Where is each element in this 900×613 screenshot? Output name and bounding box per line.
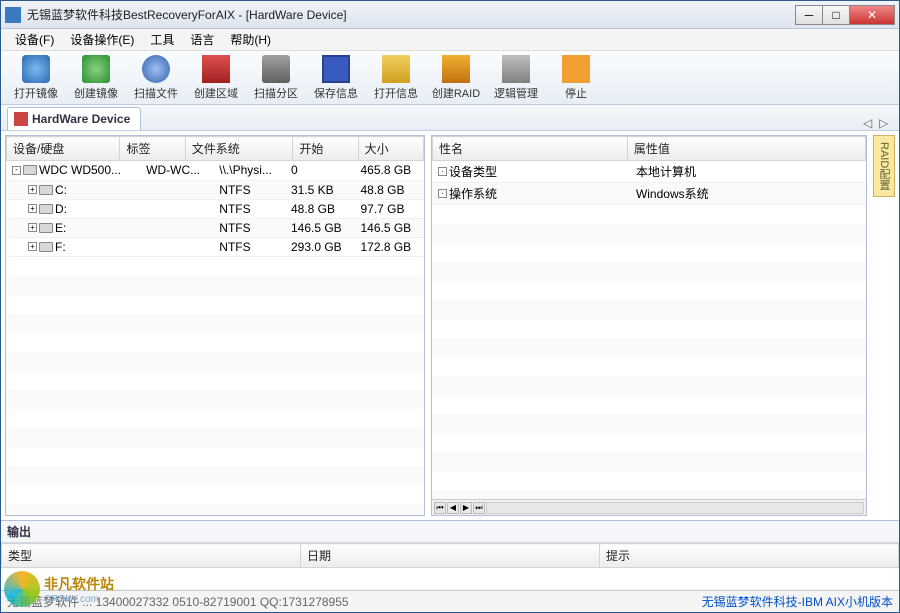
scan-files-button[interactable]: 扫描文件 xyxy=(127,53,185,103)
column-header[interactable]: 提示 xyxy=(600,544,899,568)
stop-button-icon xyxy=(562,55,590,83)
menu-语言[interactable]: 语言 xyxy=(182,29,222,50)
device-tree-pane: 设备/硬盘标签文件系统开始大小 -WDC WD500...WD-WC...\\.… xyxy=(5,135,425,516)
raid-config-tab[interactable]: RAID配置 xyxy=(873,135,895,197)
tree-toggle-icon[interactable]: - xyxy=(12,166,21,175)
window-title: 无锡蓝梦软件科技BestRecoveryForAIX - [HardWare D… xyxy=(27,6,796,23)
device-row[interactable]: +E:NTFS146.5 GB146.5 GB xyxy=(6,218,424,237)
column-header[interactable]: 大小 xyxy=(358,137,423,161)
create-raid-button[interactable]: 创建RAID xyxy=(427,53,485,103)
column-header[interactable]: 类型 xyxy=(2,544,301,568)
maximize-button[interactable]: □ xyxy=(822,5,850,25)
drive-icon xyxy=(39,223,53,233)
menu-工具[interactable]: 工具 xyxy=(142,29,182,50)
device-row[interactable]: +C:NTFS31.5 KB48.8 GB xyxy=(6,180,424,199)
empty-area xyxy=(6,257,424,516)
menu-帮助(H)[interactable]: 帮助(H) xyxy=(222,29,279,50)
status-text: 无锡蓝梦软件 ... 13400027332 0510-82719001 QQ:… xyxy=(7,593,349,610)
drive-icon xyxy=(39,185,53,195)
menu-设备操作(E)[interactable]: 设备操作(E) xyxy=(62,29,142,50)
tab-scroll-left-icon[interactable]: ◁ xyxy=(863,116,877,130)
save-info-button[interactable]: 保存信息 xyxy=(307,53,365,103)
status-link[interactable]: 无锡蓝梦软件科技-IBM AIX小机版本 xyxy=(702,593,893,610)
side-dock: RAID配置 xyxy=(873,135,895,516)
statusbar: 无锡蓝梦软件 ... 13400027332 0510-82719001 QQ:… xyxy=(1,590,899,612)
scroll-track[interactable] xyxy=(486,502,864,514)
device-row[interactable]: +F:NTFS293.0 GB172.8 GB xyxy=(6,237,424,256)
create-image-button-icon xyxy=(82,55,110,83)
menu-设备(F)[interactable]: 设备(F) xyxy=(7,29,62,50)
properties-grid[interactable]: 性名属性值 xyxy=(432,136,866,161)
tabstrip: HardWare Device ◁ ▷ xyxy=(1,105,899,131)
scroll-first-icon[interactable]: ⏮ xyxy=(434,502,446,514)
scan-partition-button-icon xyxy=(262,55,290,83)
device-row[interactable]: -WDC WD500...WD-WC...\\.\Physi...0465.8 … xyxy=(6,161,424,180)
output-grid[interactable]: 类型日期提示 xyxy=(1,543,899,590)
drive-icon xyxy=(39,204,53,214)
logic-mgmt-button[interactable]: 逻辑管理 xyxy=(487,53,545,103)
device-grid[interactable]: 设备/硬盘标签文件系统开始大小 xyxy=(6,136,424,161)
app-icon xyxy=(5,7,21,23)
scan-partition-button[interactable]: 扫描分区 xyxy=(247,53,305,103)
properties-pane: 性名属性值 ·设备类型本地计算机·操作系统Windows系统 ⏮ ◀ ▶ ⏭ xyxy=(431,135,867,516)
property-row[interactable]: ·操作系统Windows系统 xyxy=(432,183,866,205)
app-window: 无锡蓝梦软件科技BestRecoveryForAIX - [HardWare D… xyxy=(0,0,900,613)
output-panel: 输出 类型日期提示 xyxy=(1,520,899,590)
empty-area xyxy=(432,205,866,499)
create-region-button-icon xyxy=(202,55,230,83)
window-controls: ─ □ ✕ xyxy=(796,5,895,25)
tree-toggle-icon[interactable]: + xyxy=(28,242,37,251)
output-title: 输出 xyxy=(1,521,899,543)
column-header[interactable]: 性名 xyxy=(433,137,628,161)
logic-mgmt-button-icon xyxy=(502,55,530,83)
tree-toggle-icon[interactable]: · xyxy=(438,167,447,176)
menubar: 设备(F)设备操作(E)工具语言帮助(H) xyxy=(1,29,899,51)
save-info-button-icon xyxy=(322,55,350,83)
create-image-button[interactable]: 创建镜像 xyxy=(67,53,125,103)
open-image-button[interactable]: 打开镜像 xyxy=(7,53,65,103)
create-region-button[interactable]: 创建区域 xyxy=(187,53,245,103)
stop-button[interactable]: 停止 xyxy=(547,53,605,103)
tree-toggle-icon[interactable]: + xyxy=(28,223,37,232)
scroll-next-icon[interactable]: ▶ xyxy=(460,502,472,514)
tree-toggle-icon[interactable]: + xyxy=(28,204,37,213)
tab-label: HardWare Device xyxy=(32,112,130,126)
open-info-button-icon xyxy=(382,55,410,83)
tree-toggle-icon[interactable]: · xyxy=(438,189,447,198)
column-header[interactable]: 设备/硬盘 xyxy=(7,137,120,161)
scrollbar[interactable]: ⏮ ◀ ▶ ⏭ xyxy=(432,499,866,515)
device-row[interactable]: +D:NTFS48.8 GB97.7 GB xyxy=(6,199,424,218)
column-header[interactable]: 属性值 xyxy=(627,137,865,161)
column-header[interactable]: 开始 xyxy=(293,137,358,161)
workspace: 设备/硬盘标签文件系统开始大小 -WDC WD500...WD-WC...\\.… xyxy=(1,131,899,520)
scroll-prev-icon[interactable]: ◀ xyxy=(447,502,459,514)
titlebar[interactable]: 无锡蓝梦软件科技BestRecoveryForAIX - [HardWare D… xyxy=(1,1,899,29)
scroll-last-icon[interactable]: ⏭ xyxy=(473,502,485,514)
tab-hardware-device[interactable]: HardWare Device xyxy=(7,107,141,130)
toolbar: 打开镜像创建镜像扫描文件创建区域扫描分区保存信息打开信息创建RAID逻辑管理停止 xyxy=(1,51,899,105)
close-button[interactable]: ✕ xyxy=(849,5,895,25)
open-info-button[interactable]: 打开信息 xyxy=(367,53,425,103)
tab-scroll-right-icon[interactable]: ▷ xyxy=(879,116,893,130)
drive-icon xyxy=(23,165,37,175)
drive-icon xyxy=(39,242,53,252)
column-header[interactable]: 文件系统 xyxy=(185,137,293,161)
minimize-button[interactable]: ─ xyxy=(795,5,823,25)
column-header[interactable]: 标签 xyxy=(120,137,185,161)
tree-toggle-icon[interactable]: + xyxy=(28,185,37,194)
scan-files-button-icon xyxy=(142,55,170,83)
column-header[interactable]: 日期 xyxy=(301,544,600,568)
open-image-button-icon xyxy=(22,55,50,83)
tab-icon xyxy=(14,112,28,126)
create-raid-button-icon xyxy=(442,55,470,83)
property-row[interactable]: ·设备类型本地计算机 xyxy=(432,161,866,183)
